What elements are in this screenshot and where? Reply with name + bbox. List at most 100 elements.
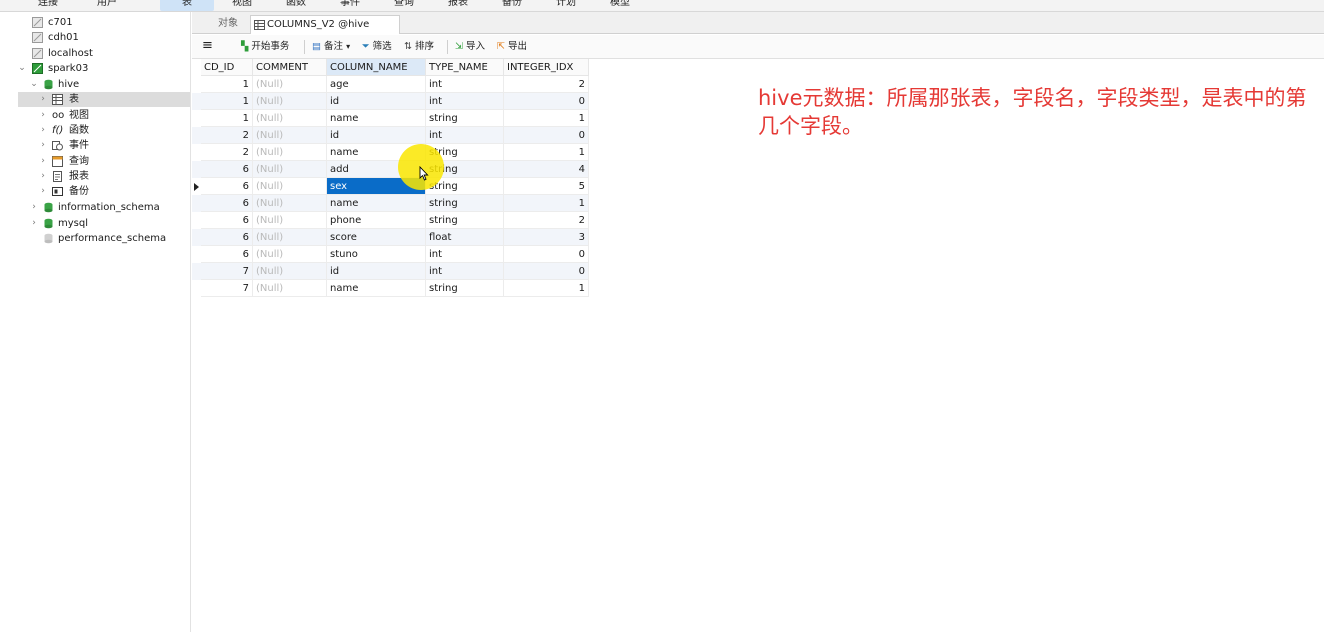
cell-type-name[interactable]: float — [426, 229, 504, 246]
chevron-right-icon[interactable]: › — [38, 108, 48, 123]
cell-integer-idx[interactable]: 3 — [504, 229, 589, 246]
table-row[interactable]: 1 (Null) name string 1 — [192, 110, 589, 127]
cell-comment[interactable]: (Null) — [253, 76, 327, 93]
cell-column-name[interactable]: score — [327, 229, 426, 246]
chevron-right-icon[interactable]: › — [29, 216, 39, 231]
cell-comment[interactable]: (Null) — [253, 229, 327, 246]
tree-item-tables[interactable]: › 表 — [18, 92, 190, 107]
cell-cd-id[interactable]: 6 — [201, 178, 253, 195]
table-row[interactable]: 6(Null)addstring4 — [192, 161, 589, 178]
cell-cd-id[interactable]: 2 — [201, 127, 253, 144]
cell-type-name[interactable]: string — [426, 280, 504, 297]
menu-user[interactable]: 用户 — [97, 0, 117, 11]
cell-integer-idx[interactable]: 2 — [504, 212, 589, 229]
chevron-right-icon[interactable]: › — [38, 92, 48, 107]
cell-column-name[interactable]: stuno — [327, 246, 426, 263]
cell-integer-idx[interactable]: 1 — [504, 195, 589, 212]
cell-type-name[interactable]: int — [426, 263, 504, 280]
table-row[interactable]: 6 (Null) score float 3 — [192, 229, 589, 246]
cell-cd-id[interactable]: 6 — [201, 229, 253, 246]
menu-report[interactable]: 报表 — [448, 0, 468, 11]
menu-table[interactable]: 表 — [160, 0, 214, 11]
menu-event[interactable]: 事件 — [340, 0, 360, 11]
column-header-type-name[interactable]: TYPE_NAME — [426, 59, 504, 76]
menu-model[interactable]: 模型 — [610, 0, 630, 11]
table-row[interactable]: 7 (Null) id int 0 — [192, 263, 589, 280]
cell-column-name[interactable]: age — [327, 76, 426, 93]
cell-type-name[interactable]: int — [426, 93, 504, 110]
cell-integer-idx[interactable]: 2 — [504, 76, 589, 93]
cell-comment[interactable]: (Null) — [253, 280, 327, 297]
cell-comment[interactable]: (Null) — [253, 195, 327, 212]
cell-integer-idx[interactable]: 0 — [504, 246, 589, 263]
sort-button[interactable]: ⇅ 排序 — [404, 40, 434, 54]
column-header-integer-idx[interactable]: INTEGER_IDX — [504, 59, 589, 76]
column-header-cd-id[interactable]: CD_ID — [201, 59, 253, 76]
column-header-column-name[interactable]: COLUMN_NAME — [327, 59, 426, 76]
cell-cd-id[interactable]: 7 — [201, 263, 253, 280]
tab-objects[interactable]: 对象 — [202, 15, 254, 34]
cell-comment[interactable]: (Null) — [253, 110, 327, 127]
menu-view[interactable]: 视图 — [232, 0, 252, 11]
cell-integer-idx[interactable]: 4 — [504, 161, 589, 178]
chevron-right-icon[interactable]: › — [38, 123, 48, 138]
note-button[interactable]: ▤ 备注 ▾ — [312, 40, 350, 54]
menu-icon[interactable]: ≡ — [202, 39, 213, 54]
cell-comment[interactable]: (Null) — [253, 144, 327, 161]
table-row[interactable]: 6 (Null) phone string 2 — [192, 212, 589, 229]
cell-integer-idx[interactable]: 1 — [504, 144, 589, 161]
cell-cd-id[interactable]: 6 — [201, 195, 253, 212]
cell-integer-idx[interactable]: 1 — [504, 110, 589, 127]
menu-function[interactable]: 函数 — [286, 0, 306, 11]
cell-integer-idx[interactable]: 0 — [504, 93, 589, 110]
cell-comment[interactable]: (Null) — [253, 212, 327, 229]
cell-comment[interactable]: (Null) — [253, 127, 327, 144]
cell-comment[interactable]: (Null) — [253, 161, 327, 178]
cell-cd-id[interactable]: 6 — [201, 161, 253, 178]
cell-type-name[interactable]: int — [426, 76, 504, 93]
cell-column-name[interactable]: id — [327, 263, 426, 280]
table-row[interactable]: 6 (Null) sex string 5 — [192, 178, 589, 195]
cell-type-name[interactable]: int — [426, 246, 504, 263]
menu-query[interactable]: 查询 — [394, 0, 414, 11]
chevron-right-icon[interactable]: › — [38, 184, 48, 199]
tab-columns-v2[interactable]: COLUMNS_V2 @hive (spark... — [250, 15, 400, 48]
cell-comment[interactable]: (Null) — [253, 93, 327, 110]
export-button[interactable]: ⇱ 导出 — [497, 40, 527, 54]
menu-schedule[interactable]: 计划 — [556, 0, 576, 11]
cell-integer-idx[interactable]: 0 — [504, 263, 589, 280]
filter-button[interactable]: ⏷ 筛选 — [362, 40, 392, 54]
column-header-comment[interactable]: COMMENT — [253, 59, 327, 76]
table-row[interactable]: 6 (Null) stuno int 0 — [192, 246, 589, 263]
chevron-right-icon[interactable]: › — [29, 200, 39, 215]
menu-backup[interactable]: 备份 — [502, 0, 522, 11]
cell-comment[interactable]: (Null) — [253, 178, 327, 195]
cell-cd-id[interactable]: 2 — [201, 144, 253, 161]
table-row[interactable]: 6 (Null) name string 1 — [192, 195, 589, 212]
table-row[interactable]: 1 (Null) age int 2 — [192, 76, 589, 93]
chevron-right-icon[interactable]: › — [38, 138, 48, 153]
cell-cd-id[interactable]: 1 — [201, 93, 253, 110]
cell-type-name[interactable]: string — [426, 110, 504, 127]
cell-comment[interactable]: (Null) — [253, 263, 327, 280]
chevron-down-icon[interactable]: ⌄ — [29, 77, 39, 92]
table-row[interactable]: 2 (Null) name string 1 — [192, 144, 589, 161]
cell-cd-id[interactable]: 7 — [201, 280, 253, 297]
cell-integer-idx[interactable]: 5 — [504, 178, 589, 195]
chevron-down-icon[interactable]: ⌄ — [17, 61, 27, 76]
cell-column-name[interactable]: phone — [327, 212, 426, 229]
table-row[interactable]: 1 (Null) id int 0 — [192, 93, 589, 110]
cell-integer-idx[interactable]: 0 — [504, 127, 589, 144]
cell-column-name[interactable]: name — [327, 195, 426, 212]
cell-cd-id[interactable]: 1 — [201, 76, 253, 93]
cell-column-name[interactable]: name — [327, 110, 426, 127]
cell-column-name[interactable]: name — [327, 280, 426, 297]
cell-type-name[interactable]: int — [426, 127, 504, 144]
cell-column-name[interactable]: id — [327, 93, 426, 110]
cell-cd-id[interactable]: 1 — [201, 110, 253, 127]
cell-type-name[interactable]: string — [426, 195, 504, 212]
chevron-right-icon[interactable]: › — [38, 169, 48, 184]
cell-cd-id[interactable]: 6 — [201, 246, 253, 263]
menu-connect[interactable]: 连接 — [38, 0, 58, 11]
cell-comment[interactable]: (Null) — [253, 246, 327, 263]
